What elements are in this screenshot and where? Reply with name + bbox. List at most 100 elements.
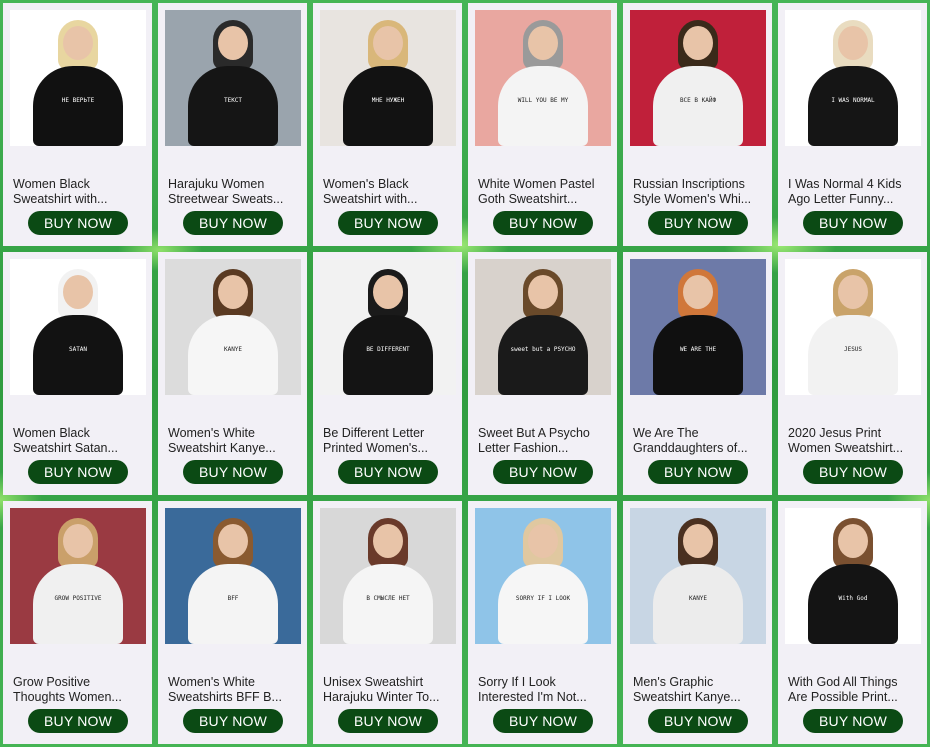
product-photo: KANYE [630, 508, 766, 644]
product-image[interactable]: В СМЫСЛЕ НЕТ [320, 508, 456, 644]
product-photo: I WAS NORMAL [785, 10, 921, 146]
product-title-line: Granddaughters of... [633, 441, 748, 455]
product-title[interactable]: Russian Inscriptions Style Women's Whi... [633, 177, 767, 207]
buy-now-button[interactable]: BUY NOW [183, 460, 283, 484]
product-title[interactable]: Sorry If I Look Interested I'm Not... [478, 675, 612, 705]
product-title[interactable]: Women's White Sweatshirt Kanye... [168, 426, 302, 456]
product-card[interactable]: SATAN Women Black Sweatshirt Satan... BUY N… [3, 252, 152, 495]
buy-now-button[interactable]: BUY NOW [493, 460, 593, 484]
product-image[interactable]: WE ARE THE [630, 259, 766, 395]
product-image[interactable]: ТЕКСТ [165, 10, 301, 146]
model-face [528, 275, 558, 309]
product-image[interactable]: НЕ ВЕРЬТЕ [10, 10, 146, 146]
product-card[interactable]: JESUS 2020 Jesus Print Women Sweatshirt...… [778, 252, 927, 495]
sweatshirt-print: KANYE [688, 595, 708, 602]
buy-now-button[interactable]: BUY NOW [28, 709, 128, 733]
product-card[interactable]: НЕ ВЕРЬТЕ Women Black Sweatshirt with... BU… [3, 3, 152, 246]
product-title[interactable]: 2020 Jesus Print Women Sweatshirt... [788, 426, 922, 456]
product-title[interactable]: Men's Graphic Sweatshirt Kanye... [633, 675, 767, 705]
product-title-line: We Are The [633, 426, 699, 440]
buy-now-button[interactable]: BUY NOW [183, 211, 283, 235]
product-image[interactable]: BFF [165, 508, 301, 644]
product-image[interactable]: ВСЕ В КАЙФ [630, 10, 766, 146]
product-image[interactable]: JESUS [785, 259, 921, 395]
product-title[interactable]: Women Black Sweatshirt Satan... [13, 426, 147, 456]
product-title[interactable]: With God All Things Are Possible Print... [788, 675, 922, 705]
product-title[interactable]: Unisex Sweatshirt Harajuku Winter To... [323, 675, 457, 705]
product-card[interactable]: ВСЕ В КАЙФ Russian Inscriptions Style Wome… [623, 3, 772, 246]
buy-now-button[interactable]: BUY NOW [648, 709, 748, 733]
product-card[interactable]: ТЕКСТ Harajuku Women Streetwear Sweats... B… [158, 3, 307, 246]
product-title[interactable]: We Are The Granddaughters of... [633, 426, 767, 456]
product-image[interactable]: SORRY IF I LOOK [475, 508, 611, 644]
product-card[interactable]: sweet but a PSYCHO Sweet But A Psycho Lett… [468, 252, 617, 495]
sweatshirt-graphic [33, 66, 123, 146]
sweatshirt-graphic [498, 564, 588, 644]
product-title[interactable]: Harajuku Women Streetwear Sweats... [168, 177, 302, 207]
product-image[interactable]: KANYE [630, 508, 766, 644]
product-card[interactable]: WILL YOU BE MY White Women Pastel Goth Swe… [468, 3, 617, 246]
product-image[interactable]: With God [785, 508, 921, 644]
product-card[interactable]: I WAS NORMAL I Was Normal 4 Kids Ago Lette… [778, 3, 927, 246]
buy-now-button[interactable]: BUY NOW [28, 211, 128, 235]
product-card[interactable]: МНЕ НУЖЕН Women's Black Sweatshirt with...… [313, 3, 462, 246]
product-title-line: Men's Graphic [633, 675, 714, 689]
product-title-line: Streetwear Sweats... [168, 192, 284, 206]
product-title-line: Printed Women's... [323, 441, 428, 455]
product-title-line: Women's White [168, 675, 255, 689]
buy-now-button[interactable]: BUY NOW [803, 211, 903, 235]
product-photo: BE DIFFERENT [320, 259, 456, 395]
buy-now-button[interactable]: BUY NOW [648, 460, 748, 484]
product-card[interactable]: BFF Women's White Sweatshirts BFF B... BUY … [158, 501, 307, 744]
product-image[interactable]: SATAN [10, 259, 146, 395]
product-card[interactable]: With God With God All Things Are Possible … [778, 501, 927, 744]
buy-now-button[interactable]: BUY NOW [338, 460, 438, 484]
buy-now-button[interactable]: BUY NOW [28, 460, 128, 484]
sweatshirt-print: BE DIFFERENT [366, 346, 410, 353]
product-image[interactable]: МНЕ НУЖЕН [320, 10, 456, 146]
model-face [683, 26, 713, 60]
product-title[interactable]: Be Different Letter Printed Women's... [323, 426, 457, 456]
sweatshirt-print: ТЕКСТ [223, 97, 243, 104]
buy-now-button[interactable]: BUY NOW [338, 211, 438, 235]
product-image[interactable]: I WAS NORMAL [785, 10, 921, 146]
product-card[interactable]: SORRY IF I LOOK Sorry If I Look Interested… [468, 501, 617, 744]
product-title-line: I Was Normal 4 Kids [788, 177, 902, 191]
product-title-line: Women Black [13, 177, 90, 191]
product-image[interactable]: BE DIFFERENT [320, 259, 456, 395]
buy-now-button[interactable]: BUY NOW [183, 709, 283, 733]
product-card[interactable]: GROW POSITIVE Grow Positive Thoughts Women… [3, 501, 152, 744]
model-face [838, 26, 868, 60]
product-title[interactable]: White Women Pastel Goth Sweatshirt... [478, 177, 612, 207]
product-title[interactable]: Women Black Sweatshirt with... [13, 177, 147, 207]
sweatshirt-print: WE ARE THE [679, 346, 717, 353]
product-title[interactable]: Grow Positive Thoughts Women... [13, 675, 147, 705]
product-title-line: Women Black [13, 426, 90, 440]
product-title-line: Women Sweatshirt... [788, 441, 904, 455]
buy-now-button[interactable]: BUY NOW [493, 211, 593, 235]
buy-now-button[interactable]: BUY NOW [648, 211, 748, 235]
product-title[interactable]: Women's Black Sweatshirt with... [323, 177, 457, 207]
product-title-line: Sorry If I Look [478, 675, 556, 689]
product-card[interactable]: WE ARE THE We Are The Granddaughters of...… [623, 252, 772, 495]
product-title-line: Sweatshirt with... [13, 192, 108, 206]
product-title[interactable]: Women's White Sweatshirts BFF B... [168, 675, 302, 705]
product-image[interactable]: WILL YOU BE MY [475, 10, 611, 146]
product-image[interactable]: GROW POSITIVE [10, 508, 146, 644]
product-card[interactable]: В СМЫСЛЕ НЕТ Unisex Sweatshirt Harajuku Wi… [313, 501, 462, 744]
product-card[interactable]: KANYE Men's Graphic Sweatshirt Kanye... BUY… [623, 501, 772, 744]
product-title-line: Ago Letter Funny... [788, 192, 894, 206]
product-title[interactable]: Sweet But A Psycho Letter Fashion... [478, 426, 612, 456]
buy-now-button[interactable]: BUY NOW [803, 460, 903, 484]
product-card[interactable]: KANYE Women's White Sweatshirt Kanye... BUY… [158, 252, 307, 495]
product-title-line: Be Different Letter [323, 426, 425, 440]
product-image[interactable]: KANYE [165, 259, 301, 395]
model-face [683, 524, 713, 558]
buy-now-button[interactable]: BUY NOW [803, 709, 903, 733]
sweatshirt-graphic [808, 66, 898, 146]
product-card[interactable]: BE DIFFERENT Be Different Letter Printed W… [313, 252, 462, 495]
buy-now-button[interactable]: BUY NOW [493, 709, 593, 733]
product-image[interactable]: sweet but a PSYCHO [475, 259, 611, 395]
product-title[interactable]: I Was Normal 4 Kids Ago Letter Funny... [788, 177, 922, 207]
buy-now-button[interactable]: BUY NOW [338, 709, 438, 733]
